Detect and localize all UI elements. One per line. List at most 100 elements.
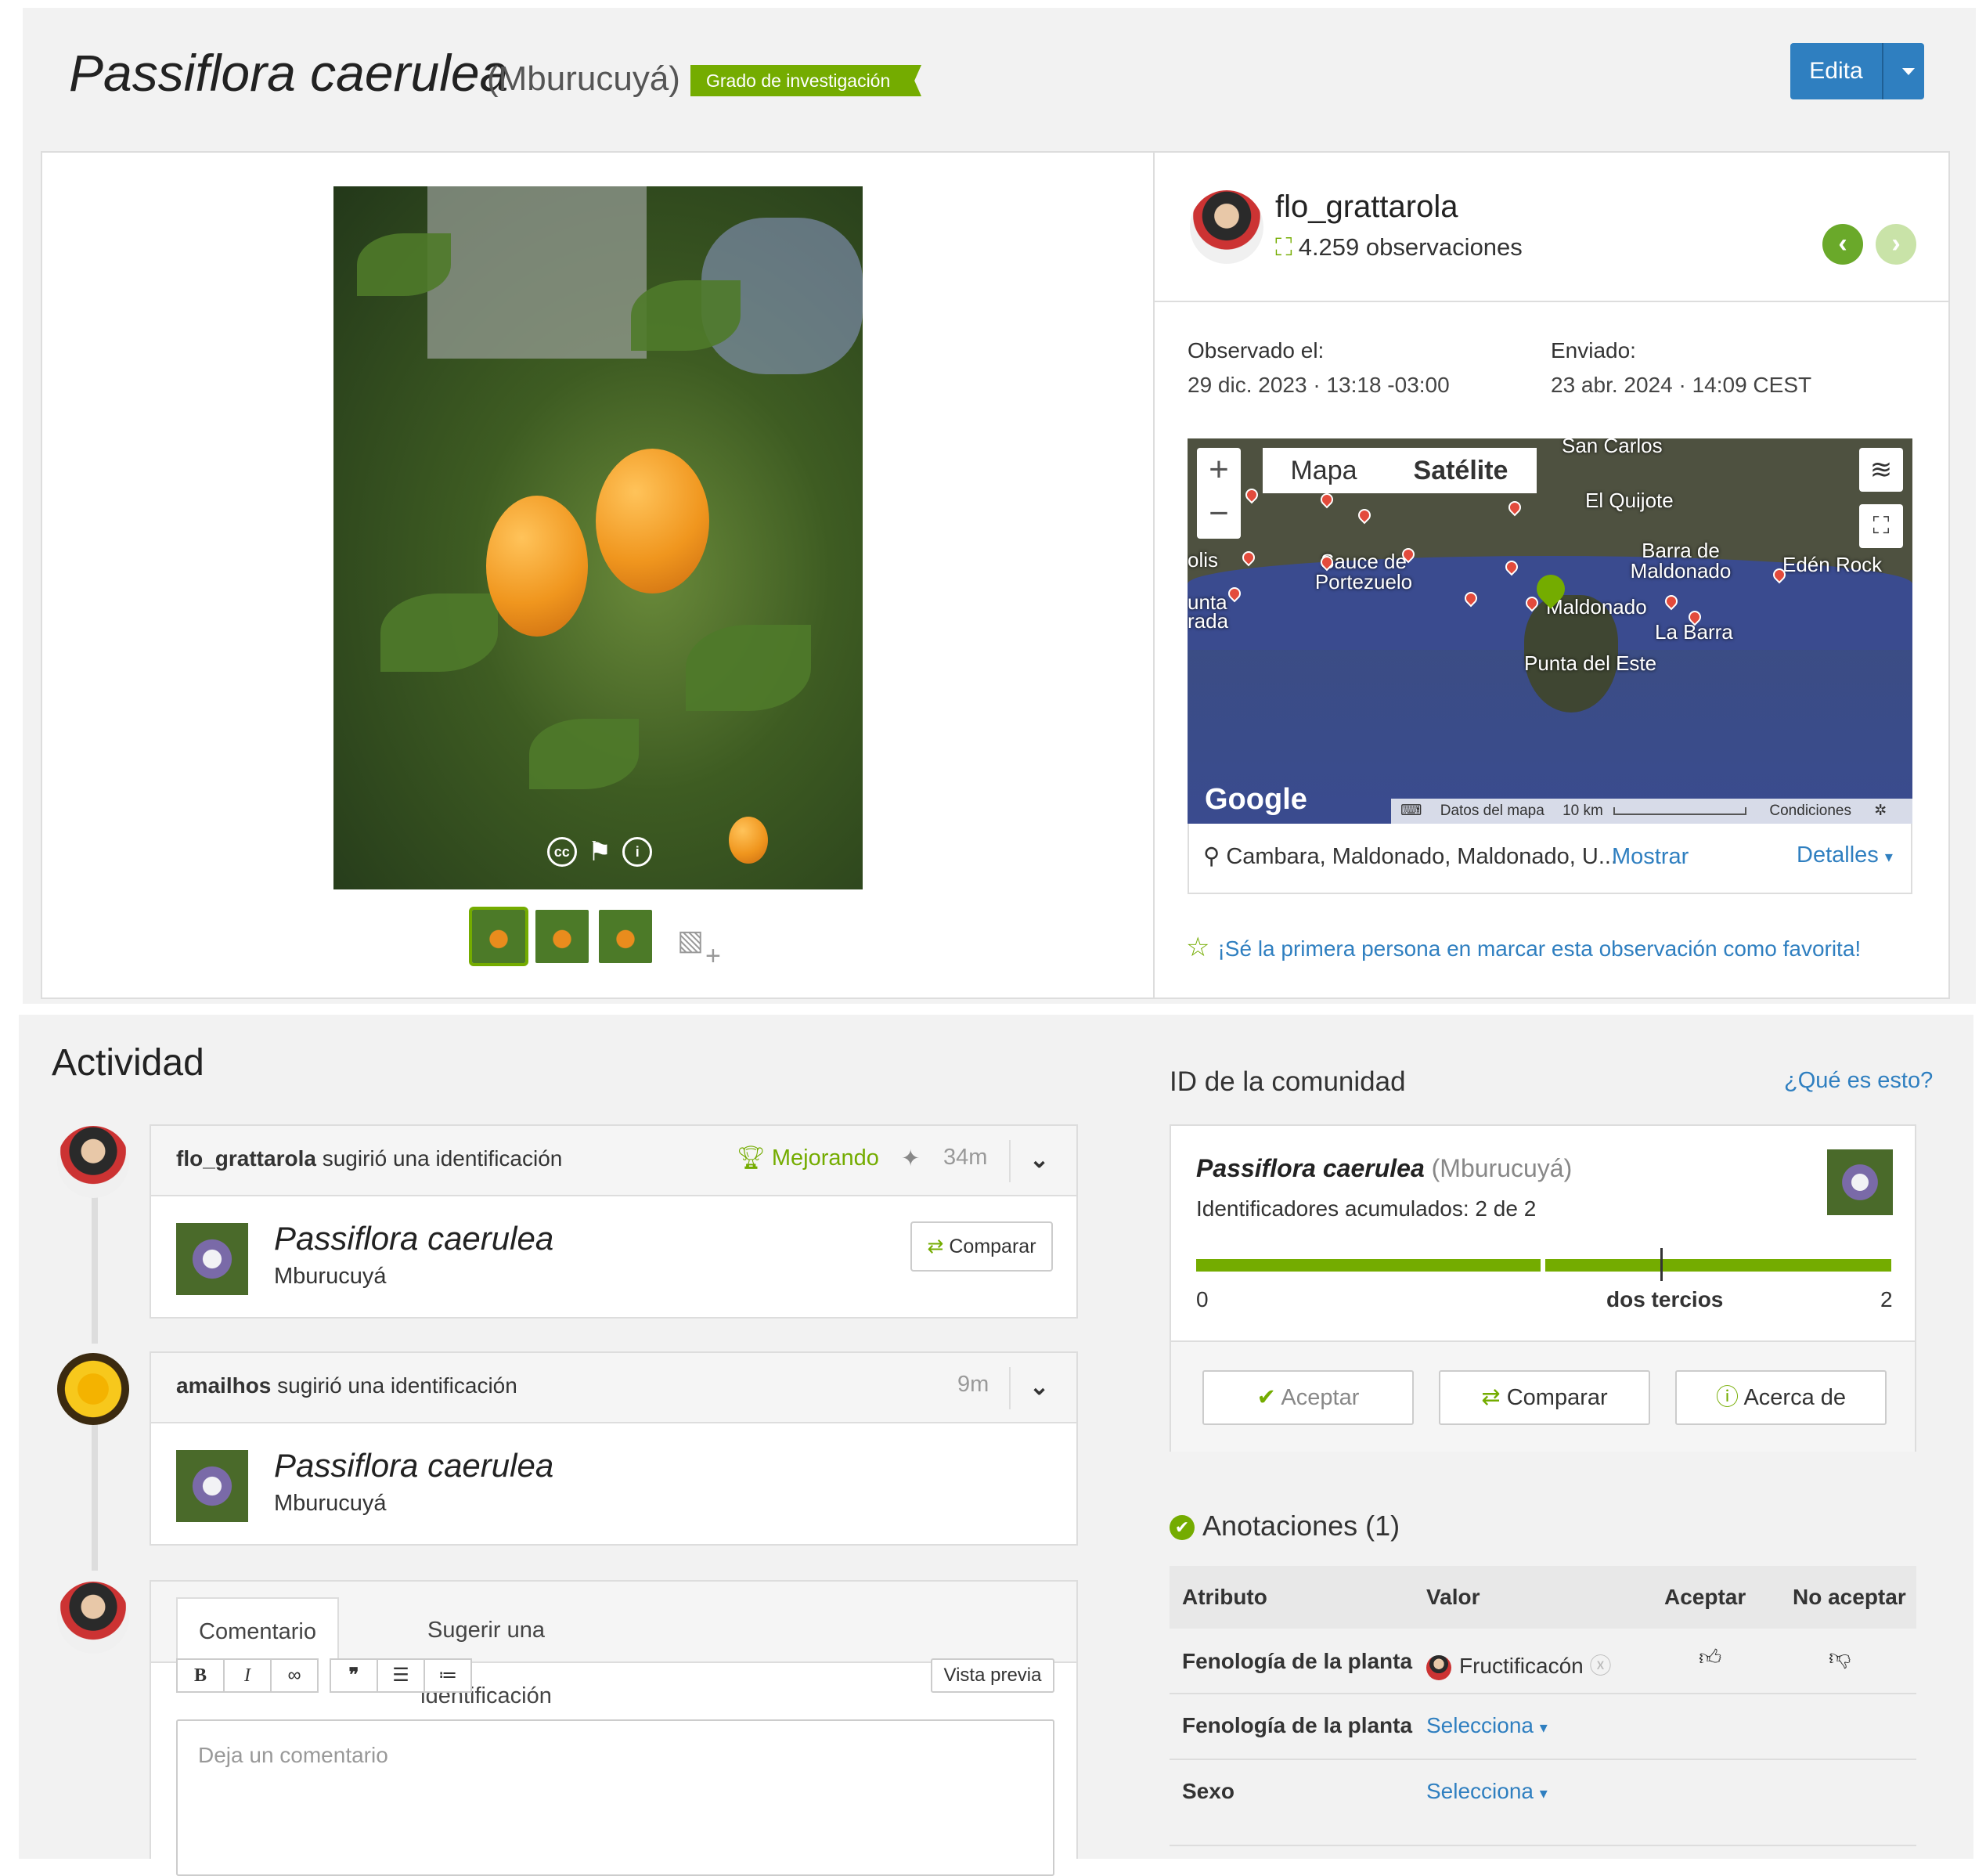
photo-thumbnail[interactable] — [469, 907, 528, 966]
photo-leaf — [686, 625, 811, 711]
creative-commons-icon[interactable]: cc — [546, 837, 577, 867]
annotation-select[interactable]: Selecciona ▾ — [1426, 1713, 1548, 1738]
annotation-value: Fructificacón ⓧ — [1426, 1649, 1612, 1680]
photo-thumbnail[interactable] — [535, 910, 589, 963]
zoom-in-button[interactable]: + — [1197, 448, 1241, 492]
avatar[interactable] — [57, 1353, 129, 1425]
thumbs-up-icon[interactable]: 👍︎ — [1699, 1644, 1721, 1671]
compare-label[interactable]: Comparar — [949, 1236, 1036, 1257]
avatar[interactable] — [1190, 190, 1263, 264]
edit-button-label[interactable]: Edita — [1790, 43, 1882, 99]
photo-thumbnail[interactable] — [599, 910, 652, 963]
compare-label[interactable]: Comparar — [1507, 1385, 1608, 1410]
favorite-text[interactable]: ¡Sé la primera persona en marcar esta ob… — [1217, 936, 1861, 961]
chevron-down-icon[interactable]: ⌄ — [1029, 1146, 1049, 1174]
photo-leaf — [631, 280, 741, 351]
avatar[interactable] — [1426, 1654, 1451, 1680]
map-pin-icon: ⚲ — [1203, 844, 1227, 869]
annotation-select[interactable]: Selecciona ▾ — [1426, 1779, 1548, 1804]
fullscreen-icon[interactable]: ⛶ — [1859, 504, 1903, 548]
zoom-out-button[interactable]: − — [1197, 492, 1241, 536]
thumbs-down-icon[interactable]: 👎︎ — [1829, 1644, 1851, 1671]
compare-button[interactable]: ⇄ Comparar — [910, 1221, 1053, 1272]
observer-observation-count[interactable]: ⛶ 4.259 observaciones — [1275, 233, 1523, 262]
what-is-this-link[interactable]: ¿Qué es esto? — [1784, 1068, 1933, 1094]
accept-label[interactable]: Aceptar — [1281, 1385, 1359, 1410]
observation-map[interactable]: + − Mapa Satélite ≋ ⛶ San Carlos El Quij… — [1188, 438, 1912, 824]
caret-down-icon: ▾ — [1884, 849, 1893, 866]
quote-button[interactable]: ❞ — [330, 1658, 378, 1693]
numbered-list-button[interactable]: ≔ — [424, 1658, 472, 1693]
identification-author-line: amailhos sugirió una identificación — [176, 1373, 517, 1398]
identification-author[interactable]: flo_grattarola — [176, 1146, 316, 1171]
layers-icon[interactable]: ≋ — [1859, 448, 1903, 492]
previous-observation-button[interactable]: ‹ — [1822, 224, 1863, 265]
map-terms-link[interactable]: Condiciones — [1769, 803, 1851, 819]
map-tab-map[interactable]: Mapa — [1263, 448, 1385, 493]
show-location-link[interactable]: Mostrar — [1612, 844, 1689, 870]
community-taxon[interactable]: Passiflora caerulea (Mburucuyá) — [1196, 1154, 1572, 1183]
about-button[interactable]: ⓘ Acerca de — [1675, 1370, 1887, 1425]
annotation-select-label[interactable]: Selecciona — [1426, 1713, 1534, 1737]
bold-button[interactable]: B — [176, 1658, 225, 1693]
tab-comment[interactable]: Comentario — [176, 1597, 339, 1665]
caret-down-icon[interactable] — [1902, 68, 1915, 75]
comment-textarea[interactable]: Deja un comentario — [176, 1719, 1054, 1876]
caret-down-icon: ▾ — [1539, 1719, 1548, 1737]
scale-max-label: 2 — [1880, 1287, 1893, 1311]
row-divider — [1170, 1759, 1916, 1760]
taxon-photo[interactable] — [176, 1223, 248, 1295]
link-button[interactable]: ∞ — [270, 1658, 319, 1693]
row-divider — [1170, 1693, 1916, 1694]
taxon-name[interactable]: Passiflora caerulea — [274, 1447, 553, 1485]
chevron-down-icon[interactable]: ⌄ — [1029, 1373, 1049, 1401]
location-details-dropdown[interactable]: Detalles ▾ — [1797, 842, 1893, 868]
identification-author[interactable]: amailhos — [176, 1373, 271, 1398]
community-taxon-name[interactable]: Passiflora caerulea — [1196, 1154, 1425, 1182]
trophy-icon: 🏆︎ — [737, 1145, 772, 1171]
details-label[interactable]: Detalles — [1797, 842, 1879, 868]
map-data-link[interactable]: Datos del mapa — [1440, 803, 1544, 819]
edit-button[interactable]: Edita — [1790, 43, 1924, 99]
identification-action: sugirió una identificación — [315, 1146, 563, 1171]
remove-annotation-icon[interactable]: ⓧ — [1590, 1654, 1612, 1678]
preview-button[interactable]: Vista previa — [931, 1658, 1054, 1693]
next-observation-button[interactable]: › — [1876, 224, 1916, 265]
flag-icon[interactable]: ⚑ — [588, 836, 611, 868]
annotation-select-label[interactable]: Selecciona — [1426, 1779, 1534, 1803]
compare-arrows-icon: ⇄ — [1481, 1385, 1501, 1410]
tab-suggest-identification[interactable]: Sugerir una identificación — [361, 1597, 611, 1708]
observation-photo[interactable]: cc ⚑ i — [333, 186, 863, 889]
keyboard-icon[interactable]: ⌨ — [1400, 803, 1422, 819]
bullet-list-button[interactable]: ☰ — [377, 1658, 425, 1693]
accept-button[interactable]: ✔ Aceptar — [1202, 1370, 1414, 1425]
star-icon[interactable]: ☆ — [1186, 933, 1209, 962]
taxon-name[interactable]: Passiflora caerulea — [274, 1220, 553, 1257]
community-taxon-common: (Mburucuyá) — [1431, 1154, 1573, 1182]
add-photo-icon[interactable]: ▧ + — [677, 924, 724, 971]
observer-username[interactable]: flo_grattarola — [1275, 189, 1458, 225]
map-place-label: olis — [1188, 548, 1219, 572]
about-label[interactable]: Acerca de — [1743, 1385, 1846, 1410]
community-id-title: ID de la comunidad — [1170, 1066, 1406, 1097]
info-icon[interactable]: i — [622, 837, 653, 867]
identification-author-line: flo_grattarola sugirió una identificació… — [176, 1146, 562, 1171]
avatar[interactable] — [57, 1582, 129, 1654]
italic-button[interactable]: I — [223, 1658, 272, 1693]
taxon-photo[interactable] — [176, 1450, 248, 1522]
identification-card-header: amailhos sugirió una identificación 9m ⌄ — [151, 1353, 1076, 1423]
photo-wall — [427, 186, 647, 359]
map-zoom-controls: + − — [1197, 448, 1241, 539]
identification-time: 34m — [943, 1145, 988, 1170]
community-taxon-photo[interactable] — [1827, 1149, 1893, 1215]
favorite-link[interactable]: ☆ ¡Sé la primera persona en marcar esta o… — [1186, 932, 1861, 963]
improving-label: Mejorando — [771, 1145, 879, 1171]
photo-fruit — [729, 817, 768, 864]
avatar[interactable] — [57, 1126, 129, 1198]
community-id-actions: ✔ Aceptar ⇄ Comparar ⓘ Acerca de — [1171, 1340, 1915, 1452]
map-tab-satellite[interactable]: Satélite — [1385, 448, 1537, 493]
compare-button[interactable]: ⇄ Comparar — [1439, 1370, 1650, 1425]
map-place-label: Punta del Este — [1524, 651, 1657, 675]
bug-icon[interactable]: ✲ — [1874, 803, 1887, 819]
agreement-bar-segment — [1545, 1259, 1891, 1272]
